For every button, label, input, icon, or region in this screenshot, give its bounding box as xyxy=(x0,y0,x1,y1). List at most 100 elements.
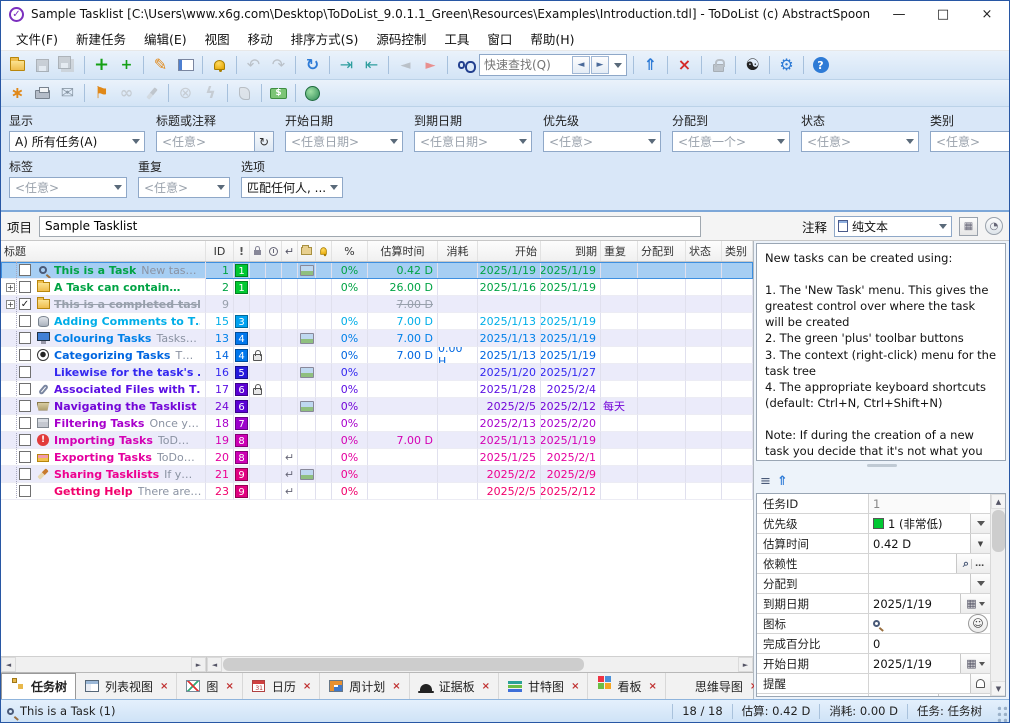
outline-options-icon[interactable]: ≡ xyxy=(760,474,771,489)
menu-item[interactable]: 帮助(H) xyxy=(521,26,583,51)
attribute-value[interactable] xyxy=(869,674,970,693)
filter-combo[interactable]: <任意> ↻ xyxy=(156,131,274,152)
indent-task-icon[interactable]: ⇥ xyxy=(334,54,359,76)
table-row[interactable]: Filtering Tasks Once y… 18 7 ↵ 0% 2 xyxy=(1,415,753,432)
new-task-icon[interactable]: + xyxy=(89,54,114,76)
preferences-icon[interactable]: ⚙ xyxy=(774,54,799,76)
table-row[interactable]: Colouring Tasks Tasks… 13 4 ↵ 0% 7.00 D xyxy=(1,330,753,347)
attribute-control[interactable] xyxy=(960,654,990,673)
project-name-input[interactable] xyxy=(39,216,701,237)
filter-combo[interactable]: <任意> ↻ xyxy=(543,131,661,152)
table-row[interactable]: This is a Task New tas… 1 1 ↵ 0% 0.42 D xyxy=(1,262,753,279)
menu-item[interactable]: 源码控制 xyxy=(367,26,435,51)
task-checkbox[interactable] xyxy=(19,332,31,344)
menu-item[interactable]: 窗口 xyxy=(478,26,521,51)
flag-icon[interactable]: ⚑ xyxy=(89,82,114,104)
sort-attributes-icon[interactable]: ⇑ xyxy=(777,474,788,489)
attribute-control[interactable] xyxy=(970,634,990,653)
column-header-assigned[interactable]: 分配到 xyxy=(638,241,686,261)
comments-format-combo[interactable]: 纯文本 xyxy=(834,216,952,237)
task-checkbox[interactable] xyxy=(19,434,31,446)
column-header-repeat[interactable]: 重复 xyxy=(601,241,638,261)
scroll-left-icon[interactable]: ◄ xyxy=(207,657,222,672)
task-checkbox[interactable] xyxy=(19,451,31,463)
column-header-due[interactable]: 到期 xyxy=(541,241,601,261)
title-bar[interactable]: ✓ Sample Tasklist [C:\Users\www.x6g.com\… xyxy=(1,1,1009,27)
reminder-column-icon[interactable] xyxy=(316,241,332,261)
close-tab-icon[interactable]: × xyxy=(225,681,233,692)
chevron-down-icon[interactable] xyxy=(610,55,626,75)
quick-find-next-icon[interactable]: ► xyxy=(591,56,609,74)
view-tab[interactable]: 日历 × xyxy=(243,673,320,699)
edit-task-icon[interactable]: ✎ xyxy=(148,54,173,76)
task-checkbox[interactable]: ✓ xyxy=(19,298,31,310)
quick-find-prev-icon[interactable]: ◄ xyxy=(572,56,590,74)
prev-task-icon[interactable]: ◄ xyxy=(393,54,418,76)
maximize-button[interactable]: □ xyxy=(921,1,965,27)
task-comments[interactable]: New tasks can be created using: 1. The '… xyxy=(756,243,1006,461)
menu-item[interactable]: 文件(F) xyxy=(7,26,67,51)
menu-item[interactable]: 移动 xyxy=(239,26,282,51)
time-column-icon[interactable] xyxy=(266,241,282,261)
attribute-value[interactable]: 1 xyxy=(869,494,970,513)
view-tab[interactable]: 看板 × xyxy=(588,673,665,699)
attribute-value[interactable] xyxy=(869,554,956,573)
password-lock-icon[interactable] xyxy=(706,54,731,76)
attributes-scrollbar[interactable]: ▲ ▼ xyxy=(990,494,1005,696)
table-row[interactable]: Exporting Tasks ToDo… 20 8 ↵ 0% 202 xyxy=(1,449,753,466)
task-checkbox[interactable] xyxy=(19,281,31,293)
close-tab-icon[interactable]: × xyxy=(303,681,311,692)
attribute-control[interactable] xyxy=(970,674,990,693)
view-tab[interactable]: 周计划 × xyxy=(320,673,409,699)
recurrence-column-icon[interactable]: ↵ xyxy=(282,241,298,261)
filter-combo[interactable]: <任意一个> ↻ xyxy=(672,131,790,152)
attribute-value[interactable]: doors.j xyxy=(869,694,938,697)
attribute-value[interactable]: 2025/1/19 xyxy=(869,654,960,673)
view-tab[interactable]: 甘特图 × xyxy=(499,673,588,699)
close-tab-icon[interactable]: × xyxy=(392,681,400,692)
close-tab-icon[interactable]: × xyxy=(571,681,579,692)
attribute-value[interactable]: 2025/1/19 xyxy=(869,594,960,613)
close-tab-icon[interactable]: × xyxy=(648,681,656,692)
table-row[interactable]: Sharing Tasklists If y… 21 9 ↵ 0% 2 xyxy=(1,466,753,483)
view-tab[interactable]: 图 × xyxy=(177,673,242,699)
menu-item[interactable]: 视图 xyxy=(196,26,239,51)
task-checkbox[interactable] xyxy=(19,383,31,395)
attribute-value[interactable]: 0.42 D xyxy=(869,534,970,553)
comments-expand-button[interactable]: ◔ xyxy=(985,217,1003,235)
column-header-category[interactable]: 类别 xyxy=(722,241,753,261)
filter-combo[interactable]: <任意> ↻ xyxy=(930,131,1010,152)
column-header-id[interactable]: ID xyxy=(206,241,234,261)
table-row[interactable]: Likewise for the task's … 16 5 ↵ 0% xyxy=(1,364,753,381)
filelink-column-icon[interactable] xyxy=(298,241,316,261)
view-tab[interactable]: 列表视图 × xyxy=(76,673,177,699)
attribute-value[interactable]: 1 (非常低) xyxy=(869,514,970,533)
task-checkbox[interactable] xyxy=(19,264,31,276)
close-tab-icon[interactable]: × xyxy=(160,681,168,692)
task-checkbox[interactable] xyxy=(19,485,31,497)
pane-splitter[interactable] xyxy=(754,461,1009,470)
column-header-title[interactable]: 标题 xyxy=(1,241,206,261)
donate-icon[interactable]: $ xyxy=(266,82,291,104)
menu-item[interactable]: 新建任务 xyxy=(67,26,135,51)
next-task-icon[interactable]: ► xyxy=(418,54,443,76)
menu-item[interactable]: 工具 xyxy=(435,26,478,51)
minimize-button[interactable]: — xyxy=(877,1,921,27)
burst-icon[interactable]: ∗ xyxy=(5,82,30,104)
table-row[interactable]: Getting Help There are… 23 9 ↵ 0% 2 xyxy=(1,483,753,500)
attribute-control[interactable] xyxy=(956,554,990,573)
refresh-icon[interactable]: ↻ xyxy=(254,132,273,151)
save-icon[interactable] xyxy=(30,54,55,76)
attribute-value[interactable]: 0 xyxy=(869,634,970,653)
expand-toggle[interactable]: + xyxy=(6,283,15,292)
delete-task-icon[interactable]: × xyxy=(672,54,697,76)
scroll-up-icon[interactable]: ▲ xyxy=(991,494,1006,509)
lock-column-icon[interactable] xyxy=(250,241,266,261)
task-checkbox[interactable] xyxy=(19,349,31,361)
filter-combo[interactable]: A) 所有任务(A) ↻ xyxy=(9,131,145,152)
table-row[interactable]: Importing Tasks ToD… 19 8 ↵ 0% 7.00 D xyxy=(1,432,753,449)
task-checkbox[interactable] xyxy=(19,366,31,378)
column-header-status[interactable]: 状态 xyxy=(686,241,722,261)
task-checkbox[interactable] xyxy=(19,417,31,429)
table-row[interactable]: Categorizing Tasks T… 14 4 ↵ 0% 7.00 D 0… xyxy=(1,347,753,364)
